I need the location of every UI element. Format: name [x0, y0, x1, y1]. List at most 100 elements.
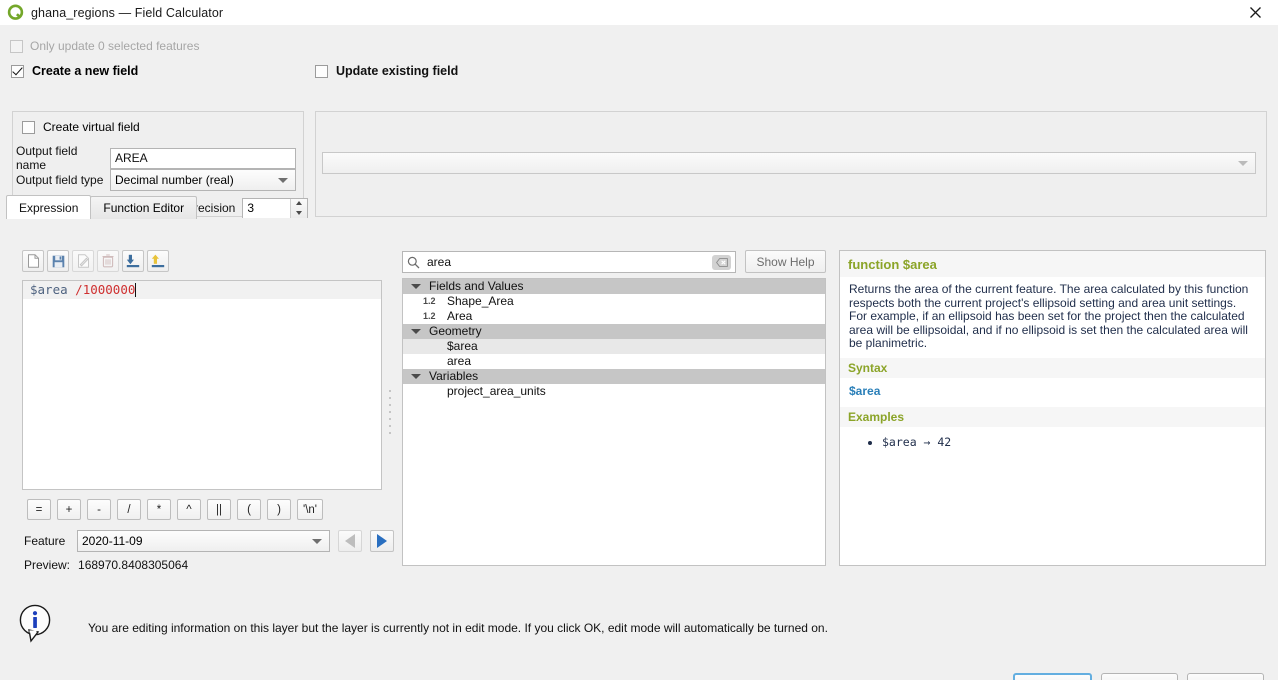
create-virtual-field-checkbox[interactable] — [22, 120, 35, 134]
field-number-icon: 1.2 — [423, 296, 436, 306]
chevron-down-icon[interactable] — [411, 374, 421, 379]
info-message: You are editing information on this laye… — [88, 621, 828, 635]
cancel-button[interactable]: Cancel — [1101, 673, 1178, 680]
export-expressions-button[interactable] — [147, 250, 169, 272]
only-update-selected-row[interactable]: Only update 0 selected features — [10, 39, 199, 53]
dialog-body: Only update 0 selected features Create a… — [0, 25, 1278, 680]
function-search-box[interactable] — [402, 251, 736, 273]
chevron-down-icon — [278, 178, 288, 183]
create-virtual-field-row[interactable]: Create virtual field — [22, 120, 140, 134]
operator-button-power[interactable]: ^ — [177, 499, 201, 520]
tree-item-label: Area — [447, 309, 473, 323]
tree-item-area-function[interactable]: area — [403, 354, 825, 369]
expression-editor[interactable]: $area /1000000 — [22, 280, 382, 490]
show-help-button[interactable]: Show Help — [745, 250, 826, 273]
preview-label: Preview: — [24, 558, 71, 572]
new-expression-file-button[interactable] — [22, 250, 44, 272]
help-examples-heading: Examples — [840, 406, 1265, 427]
tree-group-geometry[interactable]: Geometry — [403, 324, 825, 339]
tab-function-editor[interactable]: Function Editor — [90, 196, 198, 219]
feature-select[interactable]: 2020-11-09 — [77, 530, 330, 552]
operator-button-open-paren[interactable]: ( — [237, 499, 261, 520]
import-expressions-button[interactable] — [122, 250, 144, 272]
create-new-field-row[interactable]: Create a new field — [11, 64, 138, 78]
arrow-left-icon — [345, 534, 355, 548]
edit-expression-button[interactable] — [72, 250, 94, 272]
help-description: Returns the area of the current feature.… — [849, 282, 1249, 351]
tree-item-area-field[interactable]: 1.2 Area — [403, 309, 825, 324]
operator-button-minus[interactable]: - — [87, 499, 111, 520]
save-expression-button[interactable] — [47, 250, 69, 272]
dialog-buttons: OK Cancel Help — [1013, 673, 1264, 680]
help-syntax-heading: Syntax — [840, 357, 1265, 378]
window-title: ghana_regions — Field Calculator — [31, 5, 224, 20]
search-input[interactable] — [425, 254, 712, 270]
only-update-selected-label: Only update 0 selected features — [30, 39, 200, 53]
only-update-selected-checkbox[interactable] — [10, 39, 23, 53]
output-field-name-input[interactable]: AREA — [110, 147, 296, 169]
operator-button-plus[interactable]: + — [57, 499, 81, 520]
ok-button[interactable]: OK — [1013, 673, 1092, 680]
tree-item-label: project_area_units — [447, 384, 546, 398]
chevron-down-icon — [312, 539, 322, 544]
feature-label: Feature — [24, 534, 66, 548]
arrow-right-icon — [377, 534, 387, 548]
tree-group-fields-and-values[interactable]: Fields and Values — [403, 279, 825, 294]
tree-item-label: area — [447, 354, 472, 368]
tree-group-label: Geometry — [429, 324, 482, 338]
operator-button-divide[interactable]: / — [117, 499, 141, 520]
text-caret — [135, 283, 137, 297]
tree-item-dollar-area[interactable]: $area — [403, 339, 825, 354]
operator-button-concat[interactable]: || — [207, 499, 231, 520]
operator-button-close-paren[interactable]: ) — [267, 499, 291, 520]
chevron-down-icon[interactable] — [411, 329, 421, 334]
output-field-name-label: Output field name — [16, 144, 78, 172]
expression-line: $area /1000000 — [23, 281, 381, 299]
preview-value: 168970.8408305064 — [78, 558, 189, 572]
operator-button-newline[interactable]: '\n' — [297, 499, 323, 520]
expression-tab-page: $area /1000000 = + - / * ^ || ( ) '\n' F… — [6, 218, 1272, 578]
tab-expression[interactable]: Expression — [6, 195, 92, 219]
previous-feature-button[interactable] — [338, 530, 362, 552]
preview-row: Preview: 168970.8408305064 — [24, 558, 188, 572]
operator-button-equals[interactable]: = — [27, 499, 51, 520]
export-upload-icon — [151, 254, 165, 268]
output-field-type-select[interactable]: Decimal number (real) — [110, 169, 296, 191]
update-existing-field-row[interactable]: Update existing field — [315, 64, 458, 78]
tree-group-variables[interactable]: Variables — [403, 369, 825, 384]
tree-item-project-area-units[interactable]: project_area_units — [403, 384, 825, 399]
create-new-field-checkbox[interactable] — [11, 64, 24, 78]
update-existing-field-label: Update existing field — [336, 64, 459, 78]
output-field-type-label: Output field type — [16, 173, 104, 187]
help-button[interactable]: Help — [1187, 673, 1264, 680]
tree-item-shape-area[interactable]: 1.2 Shape_Area — [403, 294, 825, 309]
delete-expression-button[interactable] — [97, 250, 119, 272]
chevron-down-icon[interactable] — [411, 284, 421, 289]
close-button[interactable] — [1232, 0, 1278, 25]
info-bar: You are editing information on this laye… — [0, 585, 1278, 665]
tab-expression-label: Expression — [19, 200, 79, 215]
tab-function-editor-label: Function Editor — [103, 201, 185, 215]
panel-splitter[interactable] — [387, 388, 393, 436]
expression-operator-token: /1000000 — [67, 282, 136, 297]
next-feature-button[interactable] — [370, 530, 394, 552]
expression-variable-token: $area — [30, 282, 68, 297]
help-example-item: $area → 42 — [882, 435, 1256, 449]
clear-search-button[interactable] — [712, 254, 731, 270]
update-existing-field-checkbox[interactable] — [315, 64, 328, 78]
help-syntax-value: $area — [849, 383, 881, 398]
function-tree[interactable]: Fields and Values 1.2 Shape_Area 1.2 Are… — [402, 278, 826, 566]
import-download-icon — [126, 254, 140, 268]
qgis-logo-icon — [7, 4, 24, 20]
titlebar: ghana_regions — Field Calculator — [0, 0, 1278, 26]
help-title: function $area — [840, 251, 1265, 277]
field-number-icon: 1.2 — [423, 311, 436, 321]
operator-button-multiply[interactable]: * — [147, 499, 171, 520]
expression-toolbar — [22, 250, 169, 272]
existing-field-select[interactable] — [322, 152, 1256, 174]
output-field-type-value: Decimal number (real) — [115, 173, 234, 187]
output-field-name-row: Output field name AREA — [16, 144, 296, 172]
create-virtual-field-label: Create virtual field — [43, 120, 140, 134]
save-icon — [52, 255, 64, 267]
clear-search-icon — [715, 257, 728, 267]
